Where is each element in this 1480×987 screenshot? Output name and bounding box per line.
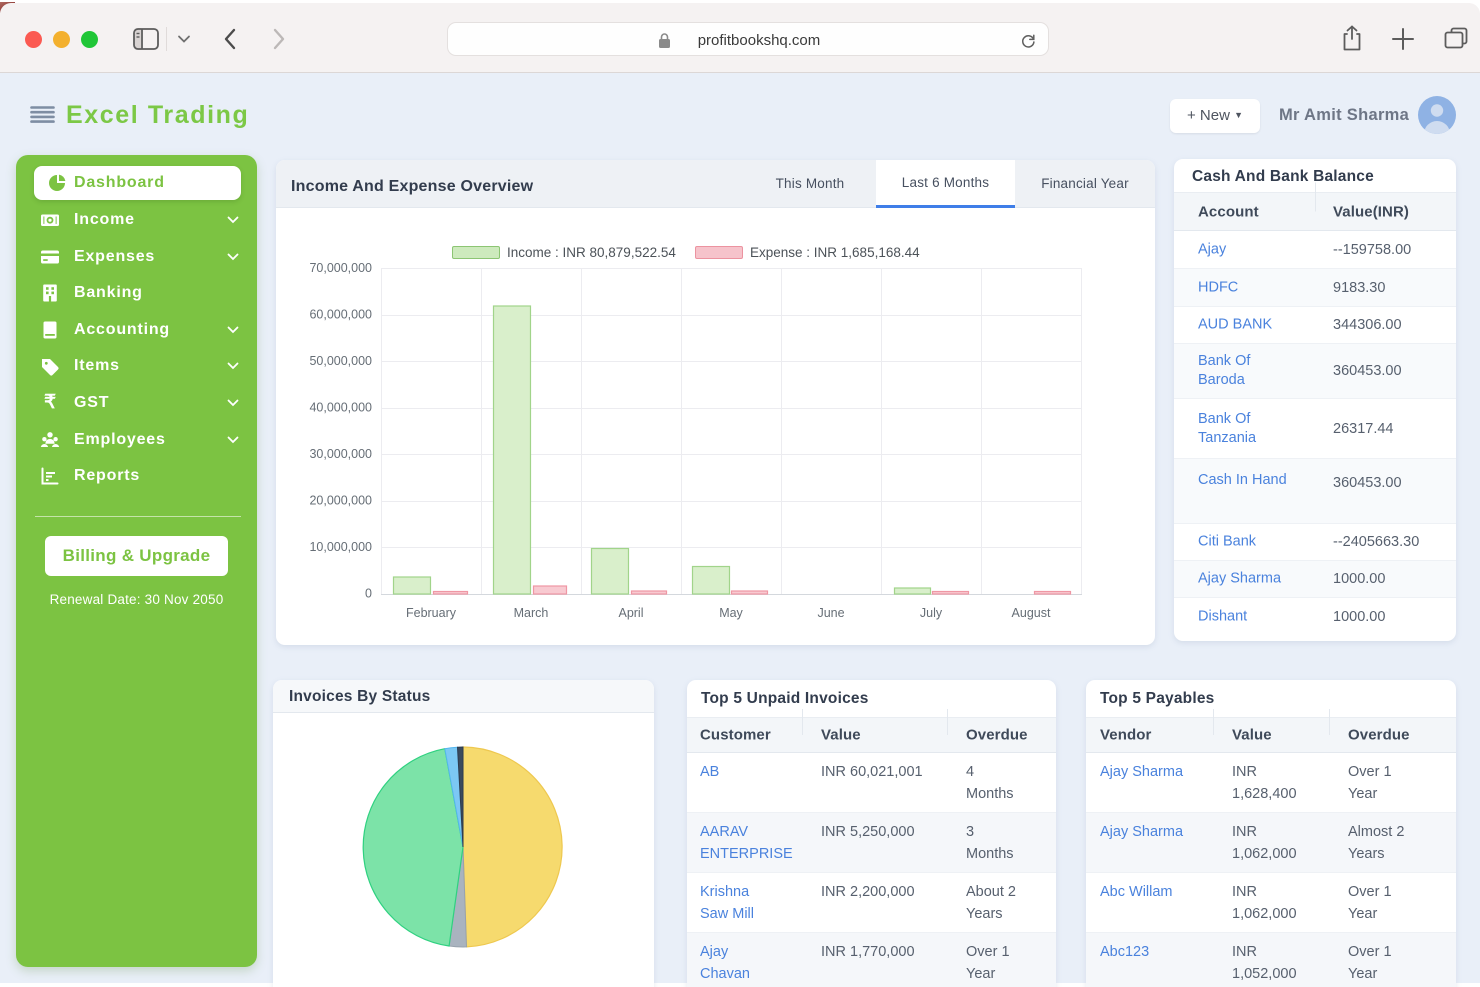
svg-text:20,000,000: 20,000,000	[309, 494, 372, 508]
svg-text:February: February	[406, 606, 457, 620]
svg-text:40,000,000: 40,000,000	[309, 401, 372, 415]
svg-text:30,000,000: 30,000,000	[309, 447, 372, 461]
svg-text:July: July	[920, 606, 943, 620]
svg-text:0: 0	[365, 587, 372, 601]
svg-text:April: April	[618, 606, 643, 620]
svg-text:10,000,000: 10,000,000	[309, 540, 372, 554]
svg-text:60,000,000: 60,000,000	[309, 308, 372, 322]
svg-text:March: March	[514, 606, 549, 620]
svg-text:June: June	[817, 606, 844, 620]
svg-text:May: May	[719, 606, 743, 620]
svg-text:70,000,000: 70,000,000	[309, 261, 372, 275]
svg-text:50,000,000: 50,000,000	[309, 354, 372, 368]
svg-text:August: August	[1012, 606, 1051, 620]
